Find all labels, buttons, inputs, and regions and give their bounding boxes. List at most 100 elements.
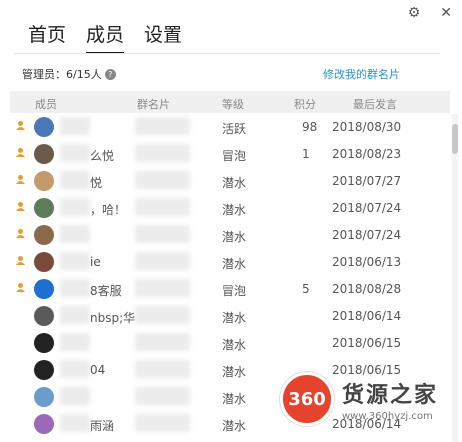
redacted-name <box>60 306 90 324</box>
redacted-card <box>135 225 190 243</box>
member-last-speak: 2018/06/13 <box>332 255 402 269</box>
settings-icon[interactable]: ⚙ <box>408 5 421 21</box>
avatar[interactable] <box>34 198 54 218</box>
member-points: 5 <box>302 282 310 296</box>
member-name: 么悦 <box>90 149 115 163</box>
member-last-speak: 2018/08/30 <box>332 120 402 134</box>
watermark-url: www.360hyzj.com <box>342 410 433 422</box>
avatar[interactable] <box>34 387 54 407</box>
member-points: 1 <box>302 147 310 161</box>
member-last-speak: 2018/06/14 <box>332 309 402 323</box>
avatar[interactable] <box>34 279 54 299</box>
admin-icon <box>16 202 25 211</box>
table-header: 成员 群名片 等级 积分 最后发言 <box>10 91 450 113</box>
col-member[interactable]: 成员 <box>35 96 57 112</box>
tab-members[interactable]: 成员 <box>86 20 125 54</box>
redacted-card <box>135 387 190 405</box>
avatar[interactable] <box>34 414 54 434</box>
titlebar-controls: ⚙ ✕ <box>408 5 452 21</box>
member-level: 冒泡 <box>222 284 247 298</box>
admin-icon <box>16 121 25 130</box>
member-level: 潜水 <box>222 338 247 352</box>
table-row[interactable]: nbsp;华 潜水 2018/06/14 <box>10 303 450 330</box>
scrollbar[interactable] <box>452 114 458 442</box>
avatar[interactable] <box>34 306 54 326</box>
member-level: 潜水 <box>222 257 247 271</box>
member-level: 活跃 <box>222 122 247 136</box>
member-last-speak: 2018/07/24 <box>332 228 402 242</box>
member-last-speak: 2018/06/15 <box>332 336 402 350</box>
table-row[interactable]: 悦 潜水 2018/07/27 <box>10 168 450 195</box>
redacted-name <box>60 333 90 351</box>
avatar[interactable] <box>34 117 54 137</box>
redacted-card <box>135 414 190 432</box>
member-level: 潜水 <box>222 365 247 379</box>
member-level: 潜水 <box>222 392 247 406</box>
tab-settings[interactable]: 设置 <box>144 20 182 54</box>
col-card[interactable]: 群名片 <box>137 96 170 112</box>
redacted-card <box>135 306 190 324</box>
admin-count: 管理员：6/15人 ? <box>22 66 116 82</box>
avatar[interactable] <box>34 333 54 353</box>
table-row[interactable]: 潜水 2018/06/15 <box>10 330 450 357</box>
member-level: 潜水 <box>222 311 247 325</box>
member-level: 潜水 <box>222 230 247 244</box>
admin-icon <box>16 229 25 238</box>
member-name: nbsp;华 <box>90 311 136 325</box>
member-name: 悦 <box>90 176 103 190</box>
table-row[interactable]: 么悦 冒泡 1 2018/08/23 <box>10 141 450 168</box>
redacted-card <box>135 252 190 270</box>
member-name: 04 <box>90 363 106 377</box>
watermark-logo: 360 <box>280 372 334 426</box>
table-row[interactable]: 潜水 2018/07/24 <box>10 222 450 249</box>
redacted-card <box>135 279 190 297</box>
scrollbar-thumb[interactable] <box>452 124 458 154</box>
redacted-card <box>135 333 190 351</box>
admin-count-label: 管理员：6/15人 <box>22 68 102 81</box>
redacted-name <box>60 171 90 189</box>
redacted-name <box>60 252 90 270</box>
watermark: 360 货源之家 www.360hyzj.com <box>280 372 438 426</box>
member-name: ，哈！ <box>90 203 127 217</box>
table-row[interactable]: ，哈！ 潜水 2018/07/24 <box>10 195 450 222</box>
member-name: 8客服 <box>90 284 122 298</box>
redacted-name <box>60 360 90 378</box>
admin-icon <box>16 283 25 292</box>
help-icon[interactable]: ? <box>104 68 116 80</box>
member-name: ie <box>90 255 101 269</box>
avatar[interactable] <box>34 144 54 164</box>
close-icon[interactable]: ✕ <box>440 5 452 21</box>
tab-home[interactable]: 首页 <box>28 20 66 54</box>
member-last-speak: 2018/08/28 <box>332 282 402 296</box>
member-name: 雨涵 <box>90 419 115 433</box>
col-last-speak[interactable]: 最后发言 <box>353 96 397 112</box>
edit-group-card-link[interactable]: 修改我的群名片 <box>323 66 400 82</box>
redacted-name <box>60 117 90 135</box>
tab-bar: 首页 成员 设置 <box>28 20 182 54</box>
redacted-name <box>60 198 90 216</box>
tab-divider <box>14 53 440 54</box>
avatar[interactable] <box>34 225 54 245</box>
member-level: 冒泡 <box>222 149 247 163</box>
table-row[interactable]: 8客服 冒泡 5 2018/08/28 <box>10 276 450 303</box>
avatar[interactable] <box>34 171 54 191</box>
col-level[interactable]: 等级 <box>222 96 244 112</box>
admin-icon <box>16 148 25 157</box>
admin-icon <box>16 175 25 184</box>
avatar[interactable] <box>34 252 54 272</box>
member-last-speak: 2018/07/27 <box>332 174 402 188</box>
redacted-name <box>60 225 90 243</box>
table-row[interactable]: ie 潜水 2018/06/13 <box>10 249 450 276</box>
redacted-card <box>135 360 190 378</box>
avatar[interactable] <box>34 360 54 380</box>
member-level: 潜水 <box>222 203 247 217</box>
member-last-speak: 2018/07/24 <box>332 201 402 215</box>
col-points[interactable]: 积分 <box>294 96 316 112</box>
redacted-card <box>135 198 190 216</box>
redacted-card <box>135 117 190 135</box>
table-row[interactable]: 活跃 98 2018/08/30 <box>10 114 450 141</box>
watermark-title: 货源之家 <box>342 382 439 408</box>
redacted-card <box>135 144 190 162</box>
redacted-name <box>60 387 90 405</box>
redacted-name <box>60 144 90 162</box>
